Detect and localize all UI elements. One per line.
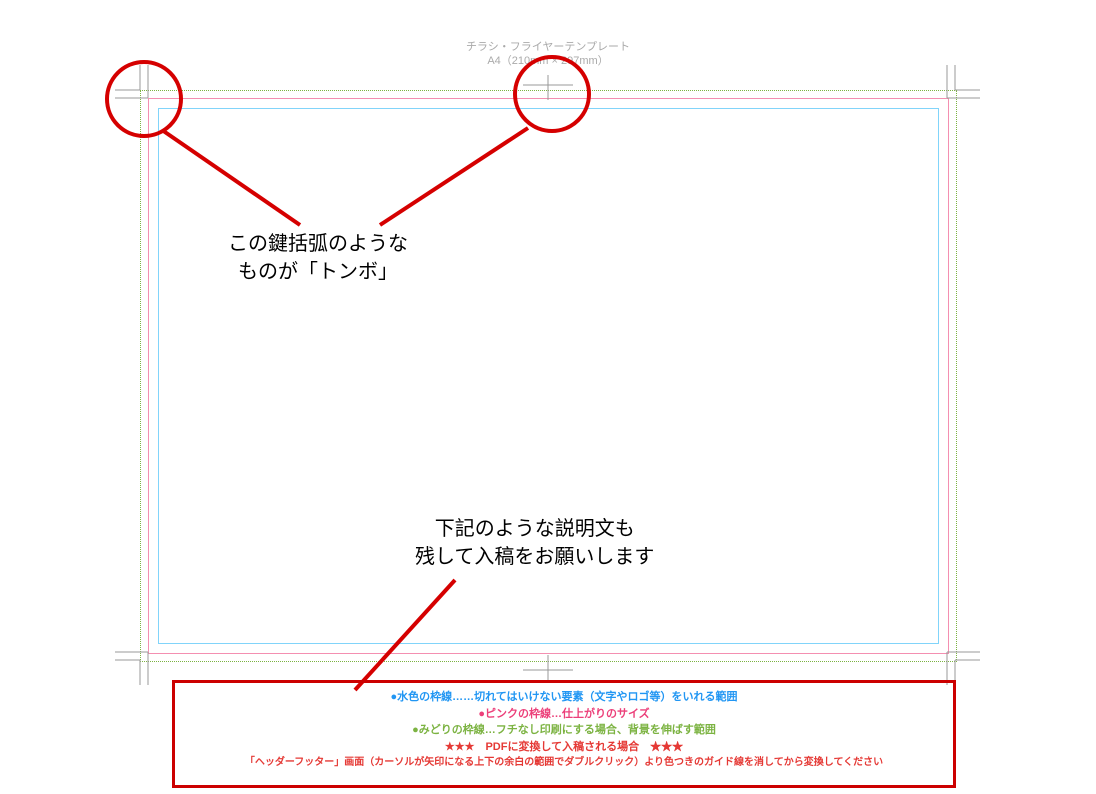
tombo-bottom-left — [115, 635, 165, 685]
legend-annotation-l1: 下記のような説明文も — [435, 518, 635, 540]
tombo-top-right — [930, 65, 980, 115]
legend-red-2: 「ヘッダーフッター」画面（カーソルが矢印になる上下の余白の範囲でダブルクリック）… — [179, 755, 949, 770]
tombo-annotation-l2: ものが「トンボ」 — [238, 261, 398, 283]
tombo-annotation-l1: この鍵括弧のような — [228, 233, 408, 255]
tombo-bottom-right — [930, 635, 980, 685]
legend-green: みどりの枠線…フチなし印刷にする場合、背景を伸ばす範囲 — [419, 724, 716, 736]
highlight-circle-1 — [105, 60, 183, 138]
legend-annotation: 下記のような説明文も 残して入稿をお願いします — [415, 515, 654, 571]
legend-pink: ピンクの枠線…仕上がりのサイズ — [485, 708, 650, 720]
pink-bullet-icon: ● — [478, 708, 485, 720]
legend-red-1: ★★★ PDFに変換して入稿される場合 ★★★ — [179, 739, 949, 756]
tombo-annotation: この鍵括弧のような ものが「トンボ」 — [228, 230, 408, 286]
legend-box: ●水色の枠線……切れてはいけない要素（文字やロゴ等）をいれる範囲 ●ピンクの枠線… — [172, 680, 956, 788]
header-title: チラシ・フライヤーテンプレート — [466, 41, 630, 53]
legend-annotation-l2: 残して入稿をお願いします — [415, 546, 654, 568]
legend-cyan: 水色の枠線……切れてはいけない要素（文字やロゴ等）をいれる範囲 — [397, 691, 737, 703]
highlight-circle-2 — [513, 55, 591, 133]
canvas: { "header": { "line1": "チラシ・フライヤーテンプレート"… — [0, 0, 1096, 794]
green-bullet-icon: ● — [412, 724, 419, 736]
